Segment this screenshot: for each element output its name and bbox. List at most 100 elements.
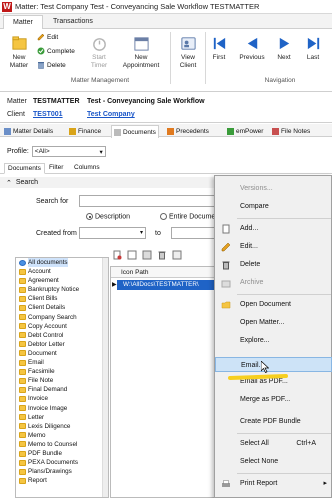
start-timer-button[interactable]: Start Timer — [86, 35, 112, 69]
tab-precedents[interactable]: Precedents — [165, 125, 211, 137]
new-document-icon[interactable] — [112, 250, 122, 260]
menu-explore[interactable]: Explore... — [215, 333, 332, 348]
folder-icon — [19, 441, 26, 448]
tree-item[interactable]: PDF Bundle — [16, 449, 108, 458]
tree-item[interactable]: Invoice Image — [16, 404, 108, 413]
tree-item-label: Client Bills — [28, 295, 58, 303]
start-timer-label: Start Timer — [90, 54, 108, 69]
menu-compare[interactable]: Compare — [215, 199, 332, 214]
tree-item-all-documents[interactable]: All documents — [16, 258, 108, 268]
edit-document-icon[interactable] — [127, 250, 137, 260]
tab-finance[interactable]: Finance — [67, 125, 103, 137]
ribbon-tab-matter[interactable]: Matter — [3, 15, 43, 30]
tab-matter-details[interactable]: Matter Details — [2, 125, 55, 137]
precedents-icon — [167, 127, 174, 135]
radio-description[interactable]: Description — [86, 213, 130, 220]
tree-item[interactable]: Report — [16, 476, 108, 485]
edit-icon — [37, 33, 45, 41]
tree-item[interactable]: Lexis Diligence — [16, 422, 108, 431]
tree-item[interactable]: Final Demand — [16, 385, 108, 394]
menu-open-matter[interactable]: Open Matter... — [215, 315, 332, 330]
document-toolbar — [112, 248, 182, 262]
table-row[interactable]: W:\AllDocs\TESTMATTER\ — [117, 280, 221, 290]
created-from-date[interactable]: ▾ — [79, 227, 146, 239]
tree-item[interactable]: Debtor Letter — [16, 340, 108, 349]
tree-item[interactable]: Facsimile — [16, 367, 108, 376]
profile-select[interactable]: <All> ▾ — [31, 146, 106, 157]
tree-item[interactable]: Letter — [16, 413, 108, 422]
tree-item-label: Lexis Diligence — [28, 422, 71, 430]
tab-empower[interactable]: emPower — [225, 125, 265, 137]
tree-item[interactable]: Company Search — [16, 313, 108, 322]
tree-item[interactable]: Memo — [16, 431, 108, 440]
created-to-date[interactable] — [171, 227, 219, 239]
tree-item[interactable]: Agreement — [16, 276, 108, 285]
menu-select-all[interactable]: Select All Ctrl+A — [215, 436, 332, 451]
trash-icon[interactable] — [157, 250, 167, 260]
tree-item[interactable]: Client Bills — [16, 294, 108, 303]
folder-icon — [19, 314, 26, 321]
tree-item[interactable]: Document — [16, 349, 108, 358]
last-button[interactable]: Last — [301, 35, 325, 62]
tree-item[interactable]: Copy Account — [16, 322, 108, 331]
menu-add[interactable]: Add... — [215, 221, 332, 236]
menu-label: Create PDF Bundle — [240, 418, 301, 425]
menu-versions[interactable]: Versions... — [215, 181, 332, 196]
tree-scrollbar[interactable] — [102, 258, 108, 497]
radio-entire-document[interactable]: Entire Documen — [160, 213, 219, 220]
tab-label: Precedents — [176, 127, 209, 135]
tab-documents[interactable]: Documents — [111, 125, 159, 138]
documents-icon — [114, 128, 121, 136]
tree-item[interactable]: Bankruptcy Notice — [16, 285, 108, 294]
client-name-link[interactable]: Test Company — [87, 111, 135, 118]
search-for-label: Search for — [36, 198, 69, 205]
previous-button[interactable]: Previous — [235, 35, 269, 62]
menu-merge-as-pdf[interactable]: Merge as PDF... — [215, 392, 332, 407]
menu-archive[interactable]: Archive — [215, 275, 332, 290]
tab-columns[interactable]: Columns — [71, 163, 103, 174]
tree-item-label: Client Details — [28, 304, 66, 312]
new-appointment-button[interactable]: New Appointment — [117, 35, 165, 69]
tree-item[interactable]: Memo to Counsel — [16, 440, 108, 449]
tree-item[interactable]: Account — [16, 267, 108, 276]
menu-print-report[interactable]: Print Report ▸ — [215, 476, 332, 491]
grid-column-header[interactable]: Icon Path — [111, 267, 219, 278]
tree-item[interactable]: Debt Control — [16, 331, 108, 340]
menu-email[interactable]: Email... — [215, 357, 332, 372]
app-logo-icon: W — [2, 1, 12, 12]
first-button[interactable]: First — [208, 35, 230, 62]
delete-button[interactable]: Delete — [37, 61, 66, 69]
menu-edit[interactable]: Edit... — [215, 239, 332, 254]
ribbon-tab-transactions[interactable]: Transactions — [44, 15, 102, 29]
first-label: First — [212, 54, 226, 61]
folder-icon — [19, 386, 26, 393]
tree-item[interactable]: Client Details — [16, 303, 108, 312]
save-icon[interactable] — [142, 250, 152, 260]
search-input[interactable] — [79, 195, 219, 207]
delete-icon — [38, 62, 44, 69]
new-matter-button[interactable]: New Matter — [6, 35, 32, 69]
menu-delete[interactable]: Delete — [215, 257, 332, 272]
document-category-tree[interactable]: All documents Account Agreement Bankruptcy … — [15, 257, 109, 498]
window-titlebar: W Matter: Test Company Test - Conveyanci… — [0, 0, 332, 14]
complete-button[interactable]: Complete — [37, 47, 75, 55]
menu-label: Select None — [240, 458, 279, 465]
tab-file-notes[interactable]: File Notes — [270, 125, 312, 137]
tree-item[interactable]: Invoice — [16, 394, 108, 403]
menu-select-none[interactable]: Select None — [215, 454, 332, 469]
tree-item-label: Letter — [28, 413, 45, 421]
menu-create-pdf-bundle[interactable]: Create PDF Bundle — [215, 414, 332, 429]
next-button[interactable]: Next — [273, 35, 295, 62]
tab-filter[interactable]: Filter — [46, 163, 66, 174]
tree-item[interactable]: Email — [16, 358, 108, 367]
tab-documents-list[interactable]: Documents — [4, 163, 45, 174]
menu-open-document[interactable]: Open Document — [215, 297, 332, 312]
tree-item[interactable]: PEXA Documents — [16, 458, 108, 467]
tree-item[interactable]: Plans/Drawings — [16, 467, 108, 476]
tree-item[interactable]: File Note — [16, 376, 108, 385]
new-matter-label: New Matter — [9, 54, 29, 69]
view-client-button[interactable]: View Client — [175, 35, 201, 69]
refresh-icon[interactable] — [172, 250, 182, 260]
client-code-link[interactable]: TEST001 — [33, 111, 63, 118]
edit-button[interactable]: Edit — [37, 33, 58, 41]
